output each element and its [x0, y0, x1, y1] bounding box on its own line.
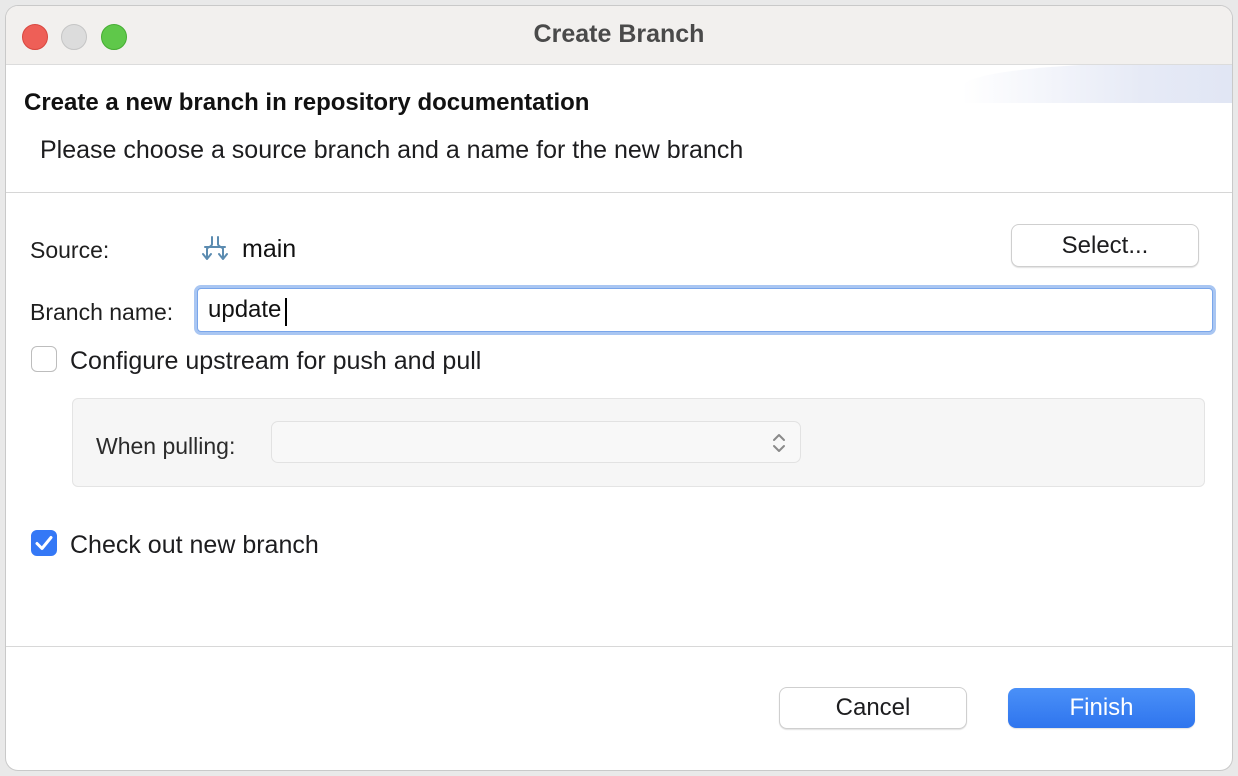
source-branch-value: main [242, 235, 297, 263]
branch-name-input[interactable] [197, 288, 1213, 332]
wizard-description: Please choose a source branch and a name… [40, 136, 744, 164]
create-branch-dialog: Create Branch Create a new branch in rep… [6, 6, 1232, 770]
chevron-up-down-icon [773, 434, 785, 452]
when-pulling-label: When pulling: [96, 433, 236, 459]
banner-decoration [962, 65, 1232, 103]
branch-icon [202, 236, 228, 260]
cancel-button[interactable]: Cancel [779, 687, 967, 729]
footer-divider [6, 646, 1232, 647]
select-source-button[interactable]: Select... [1011, 224, 1199, 267]
source-label: Source: [30, 237, 110, 263]
title-bar: Create Branch [6, 6, 1232, 65]
when-pulling-select[interactable] [271, 421, 801, 463]
text-cursor [285, 298, 287, 326]
wizard-header: Create a new branch in repository docume… [6, 65, 1232, 193]
branch-name-label: Branch name: [30, 299, 174, 325]
checkout-new-branch-checkbox[interactable] [31, 530, 57, 556]
configure-upstream-checkbox[interactable] [31, 346, 57, 372]
configure-upstream-label[interactable]: Configure upstream for push and pull [70, 347, 481, 376]
window-title: Create Branch [533, 20, 705, 48]
checkout-new-branch-label[interactable]: Check out new branch [70, 531, 319, 560]
wizard-title: Create a new branch in repository docume… [24, 89, 590, 116]
checkmark-icon [35, 536, 53, 550]
finish-button[interactable]: Finish [1008, 688, 1195, 728]
